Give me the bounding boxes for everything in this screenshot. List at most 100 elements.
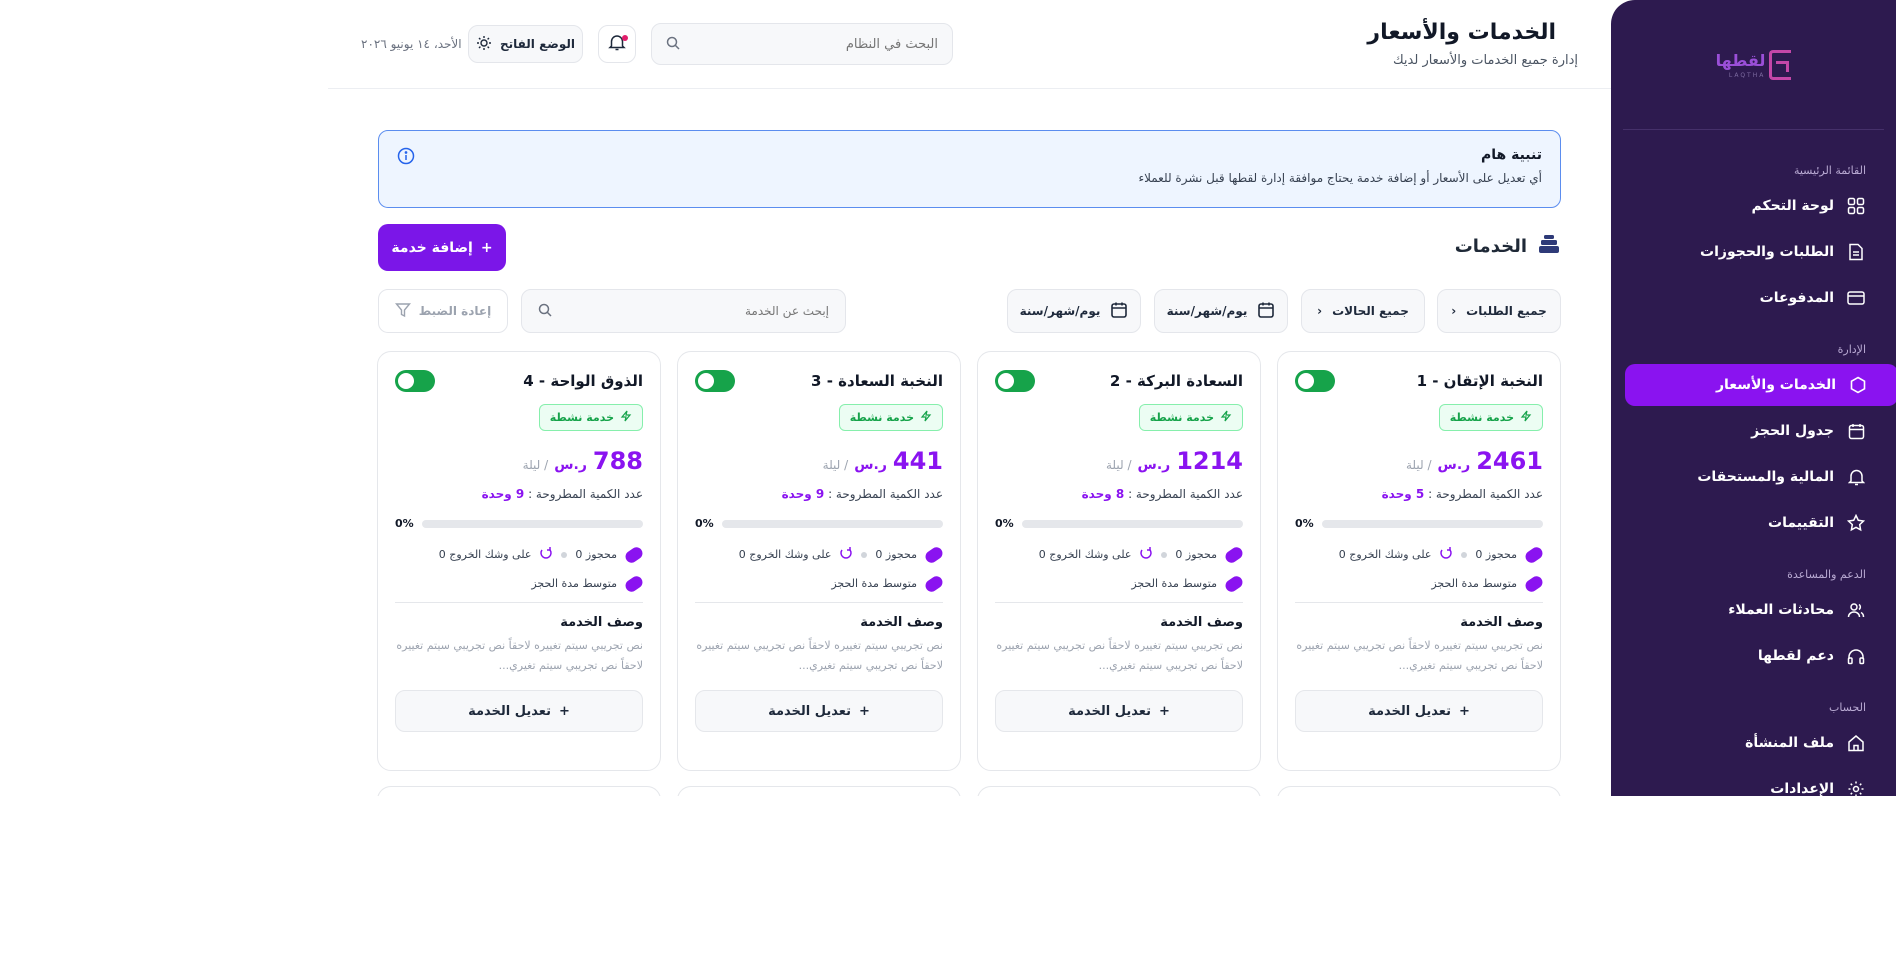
- service-price: 788: [592, 447, 643, 475]
- progress-track: [421, 519, 643, 528]
- users-icon: [1846, 602, 1866, 618]
- edit-service-button[interactable]: + تعديل الخدمة: [395, 690, 643, 732]
- quantity-row: عدد الكمية المطروحة : 9 وحدة: [395, 487, 643, 501]
- plus-icon: +: [559, 703, 570, 719]
- logo[interactable]: لقطها LAQTHA: [1716, 49, 1792, 80]
- sidebar-item-label: ملف المنشأة: [1745, 735, 1834, 751]
- description-text: نص تجريبي سيتم تغييره لاحقاً نص تجريبي س…: [996, 639, 1243, 672]
- notifications-button[interactable]: [598, 25, 636, 63]
- description-title: وصف الخدمة: [1460, 615, 1543, 630]
- quantity-label: عدد الكمية المطروحة :: [528, 487, 643, 501]
- quantity-label: عدد الكمية المطروحة :: [1428, 487, 1543, 501]
- occupancy-progress: 0%: [1295, 517, 1543, 530]
- avg-booking-row: متوسط مدة الحجز: [695, 573, 945, 594]
- sidebar-item-label: التقييمات: [1768, 515, 1834, 531]
- edit-service-button[interactable]: + تعديل الخدمة: [1295, 690, 1543, 732]
- separator-dot: [561, 551, 568, 558]
- sidebar-item-support[interactable]: دعم لقطها: [1625, 635, 1882, 677]
- sidebar-item-schedule[interactable]: جدول الحجز: [1625, 410, 1882, 452]
- sidebar-item-dashboard[interactable]: لوحة التحكم: [1625, 185, 1882, 227]
- rotate-icon: [1439, 546, 1453, 563]
- status-text: خدمة نشطة: [1449, 411, 1514, 424]
- sidebar-item-payments[interactable]: المدفوعات: [1625, 277, 1882, 319]
- hexagon-icon: [1848, 376, 1868, 394]
- global-search[interactable]: [651, 23, 953, 65]
- status-badge: خدمة نشطة: [1138, 404, 1243, 431]
- bolt-icon: [1220, 410, 1232, 425]
- service-card: النخبة الإتقان - 1 خدمة نشطة 2461 ر.س / …: [1277, 351, 1561, 771]
- occupancy-progress: 0%: [695, 517, 943, 530]
- service-card: الذوق الواحة - 4 خدمة نشطة 788 ر.س / ليل…: [377, 351, 661, 771]
- booking-stats: محجوز 0 على وشك الخروج 0: [695, 544, 945, 565]
- checkout-soon-count: على وشك الخروج 0: [1038, 548, 1132, 561]
- price-per-night: / ليلة: [1105, 458, 1132, 472]
- service-name: السعادة البركة - 2: [1109, 372, 1243, 390]
- avg-booking-row: متوسط مدة الحجز: [395, 573, 645, 594]
- checkout-soon-count: على وشك الخروج 0: [738, 548, 832, 561]
- filter-date-from[interactable]: يوم/شهر/سنة: [1154, 289, 1288, 333]
- add-service-button[interactable]: + إضافة خدمة: [378, 224, 506, 271]
- quantity-value: 9 وحدة: [781, 487, 825, 501]
- global-search-input[interactable]: [698, 36, 938, 52]
- sidebar-item-chats[interactable]: محادثات العملاء: [1625, 589, 1882, 631]
- filter-label: يوم/شهر/سنة: [1166, 304, 1248, 318]
- currency-symbol: ر.س: [854, 457, 887, 473]
- service-active-toggle[interactable]: [1295, 370, 1335, 392]
- add-service-label: إضافة خدمة: [391, 239, 473, 256]
- progress-track: [721, 519, 943, 528]
- service-price: 1214: [1176, 447, 1243, 475]
- rotate-icon: [539, 546, 553, 563]
- quantity-value: 5 وحدة: [1381, 487, 1425, 501]
- booked-count: محجوز 0: [875, 548, 917, 561]
- gear-icon: [1846, 780, 1866, 796]
- price-row: 2461 ر.س / ليلة: [1295, 447, 1543, 475]
- card-divider: [695, 602, 943, 603]
- theme-toggle-button[interactable]: الوضع الفاتح: [468, 25, 583, 63]
- quantity-label: عدد الكمية المطروحة :: [1128, 487, 1243, 501]
- service-card: النخبة السعادة - 3 خدمة نشطة 441 ر.س / ل…: [677, 351, 961, 771]
- currency-symbol: ر.س: [1137, 457, 1171, 473]
- booked-pill-icon: [1523, 544, 1545, 565]
- filter-date-to[interactable]: يوم/شهر/سنة: [1007, 289, 1141, 333]
- avg-booking-row: متوسط مدة الحجز: [1295, 573, 1545, 594]
- sidebar-item-finance[interactable]: المالية والمستحقات: [1625, 456, 1882, 498]
- services-section-title: الخدمات: [1455, 233, 1561, 260]
- avg-booking-label: متوسط مدة الحجز: [1131, 577, 1217, 590]
- sidebar-item-reviews[interactable]: التقييمات: [1625, 502, 1882, 544]
- nav-section-main: القائمة الرئيسية: [1793, 164, 1866, 177]
- occupancy-progress: 0%: [995, 517, 1243, 530]
- edit-service-button[interactable]: + تعديل الخدمة: [995, 690, 1243, 732]
- page-title: الخدمات والأسعار: [1367, 20, 1556, 45]
- filter-all-statuses[interactable]: جميع الحالات ‹: [1301, 289, 1425, 333]
- edit-service-label: تعديل الخدمة: [468, 703, 551, 719]
- description-title: وصف الخدمة: [860, 615, 943, 630]
- service-card: السعادة البركة - 2 خدمة نشطة 1214 ر.س / …: [977, 351, 1261, 771]
- filter-label: يوم/شهر/سنة: [1019, 304, 1101, 318]
- filters-bar: جميع الطلبات ‹ جميع الحالات ‹ يوم/شهر/سن…: [378, 289, 1561, 333]
- sidebar-item-orders[interactable]: الطلبات والحجوزات: [1625, 231, 1882, 273]
- sidebar-item-services[interactable]: الخدمات والأسعار: [1625, 364, 1896, 406]
- service-search[interactable]: [521, 289, 846, 333]
- filter-all-orders[interactable]: جميع الطلبات ‹: [1437, 289, 1561, 333]
- progress-percent: 0%: [995, 517, 1014, 530]
- document-icon: [1846, 243, 1866, 261]
- sidebar-item-settings[interactable]: الإعدادات: [1625, 768, 1882, 796]
- service-active-toggle[interactable]: [695, 370, 735, 392]
- sidebar-item-profile[interactable]: ملف المنشأة: [1625, 722, 1882, 764]
- card-divider: [1295, 602, 1543, 603]
- service-active-toggle[interactable]: [995, 370, 1035, 392]
- service-active-toggle[interactable]: [395, 370, 435, 392]
- card-divider: [395, 602, 643, 603]
- quantity-label: عدد الكمية المطروحة :: [828, 487, 943, 501]
- edit-service-button[interactable]: + تعديل الخدمة: [695, 690, 943, 732]
- service-search-input[interactable]: [579, 304, 829, 318]
- sidebar-item-label: الخدمات والأسعار: [1715, 377, 1836, 393]
- reset-filters-button[interactable]: إعادة الضبط: [378, 289, 508, 333]
- progress-percent: 0%: [395, 517, 414, 530]
- status-badge: خدمة نشطة: [538, 404, 643, 431]
- quantity-row: عدد الكمية المطروحة : 9 وحدة: [695, 487, 943, 501]
- separator-dot: [1161, 551, 1168, 558]
- nav-section-admin: الإدارة: [1837, 343, 1866, 356]
- price-per-night: / ليلة: [522, 458, 549, 472]
- avg-pill-icon: [623, 573, 645, 594]
